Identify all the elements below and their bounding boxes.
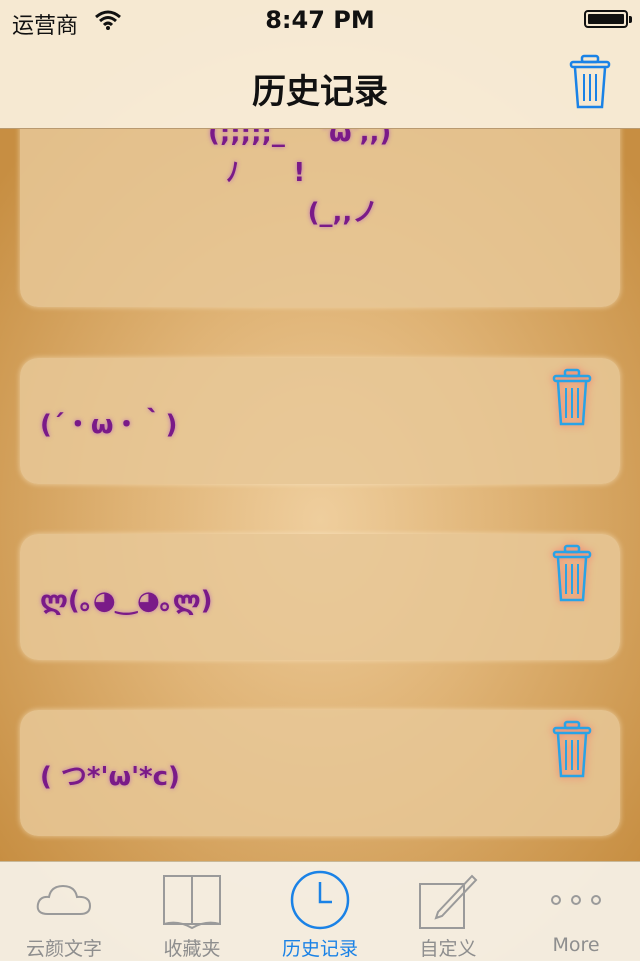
trash-icon[interactable] (550, 366, 594, 428)
list-item[interactable]: ╱ ╲ (;;;;;_ 'ω',,) ﾉ ! (_,,ノ (20, 129, 620, 307)
tab-more[interactable]: More (512, 862, 640, 961)
kaomoji-text: (´・ω・｀) (40, 410, 178, 440)
art-line: ﾉ ! (208, 158, 306, 188)
cloud-icon (36, 884, 92, 915)
clock-icon (290, 870, 350, 930)
trash-icon[interactable] (550, 542, 594, 604)
tab-custom[interactable]: 自定义 (384, 862, 512, 961)
kaomoji-text: ( つ*'ω'*c) (40, 762, 180, 792)
page-title: 历史记录 (252, 72, 388, 112)
trash-icon[interactable] (550, 718, 594, 780)
art-line: (_,,ノ (208, 198, 379, 228)
tab-bar: 云颜文字 收藏夹 历史记录 自定义 More (0, 861, 640, 961)
list-item[interactable]: ლ(｡◕‿◕｡ლ) (20, 534, 620, 660)
tab-label: More (552, 934, 600, 956)
history-list[interactable]: ╱ ╲ (;;;;;_ 'ω',,) ﾉ ! (_,,ノ (´・ω・｀) ლ(｡… (0, 129, 640, 861)
tab-cloud-emoticons[interactable]: 云颜文字 (0, 862, 128, 961)
status-bar: 运营商 8:47 PM (0, 0, 640, 40)
clock: 8:47 PM (265, 6, 375, 34)
tab-label: 历史记录 (281, 938, 358, 960)
art-line: (;;;;;_ 'ω',,) (208, 129, 392, 148)
more-icon (551, 895, 601, 905)
book-icon (163, 875, 221, 930)
tab-label: 自定义 (419, 938, 477, 960)
tab-favorites[interactable]: 收藏夹 (128, 862, 256, 961)
list-item[interactable]: ( つ*'ω'*c) (20, 710, 620, 836)
kaomoji-text: ლ(｡◕‿◕｡ლ) (40, 586, 213, 616)
kaomoji-art: ╱ ╲ (;;;;;_ 'ω',,) ﾉ ! (_,,ノ (208, 129, 391, 233)
battery-icon (584, 10, 632, 28)
tab-label: 云颜文字 (25, 938, 102, 960)
trash-icon[interactable] (568, 54, 612, 110)
edit-icon (419, 874, 478, 929)
tab-history[interactable]: 历史记录 (256, 862, 384, 961)
tab-label: 收藏夹 (163, 938, 221, 960)
list-item[interactable]: (´・ω・｀) (20, 358, 620, 484)
